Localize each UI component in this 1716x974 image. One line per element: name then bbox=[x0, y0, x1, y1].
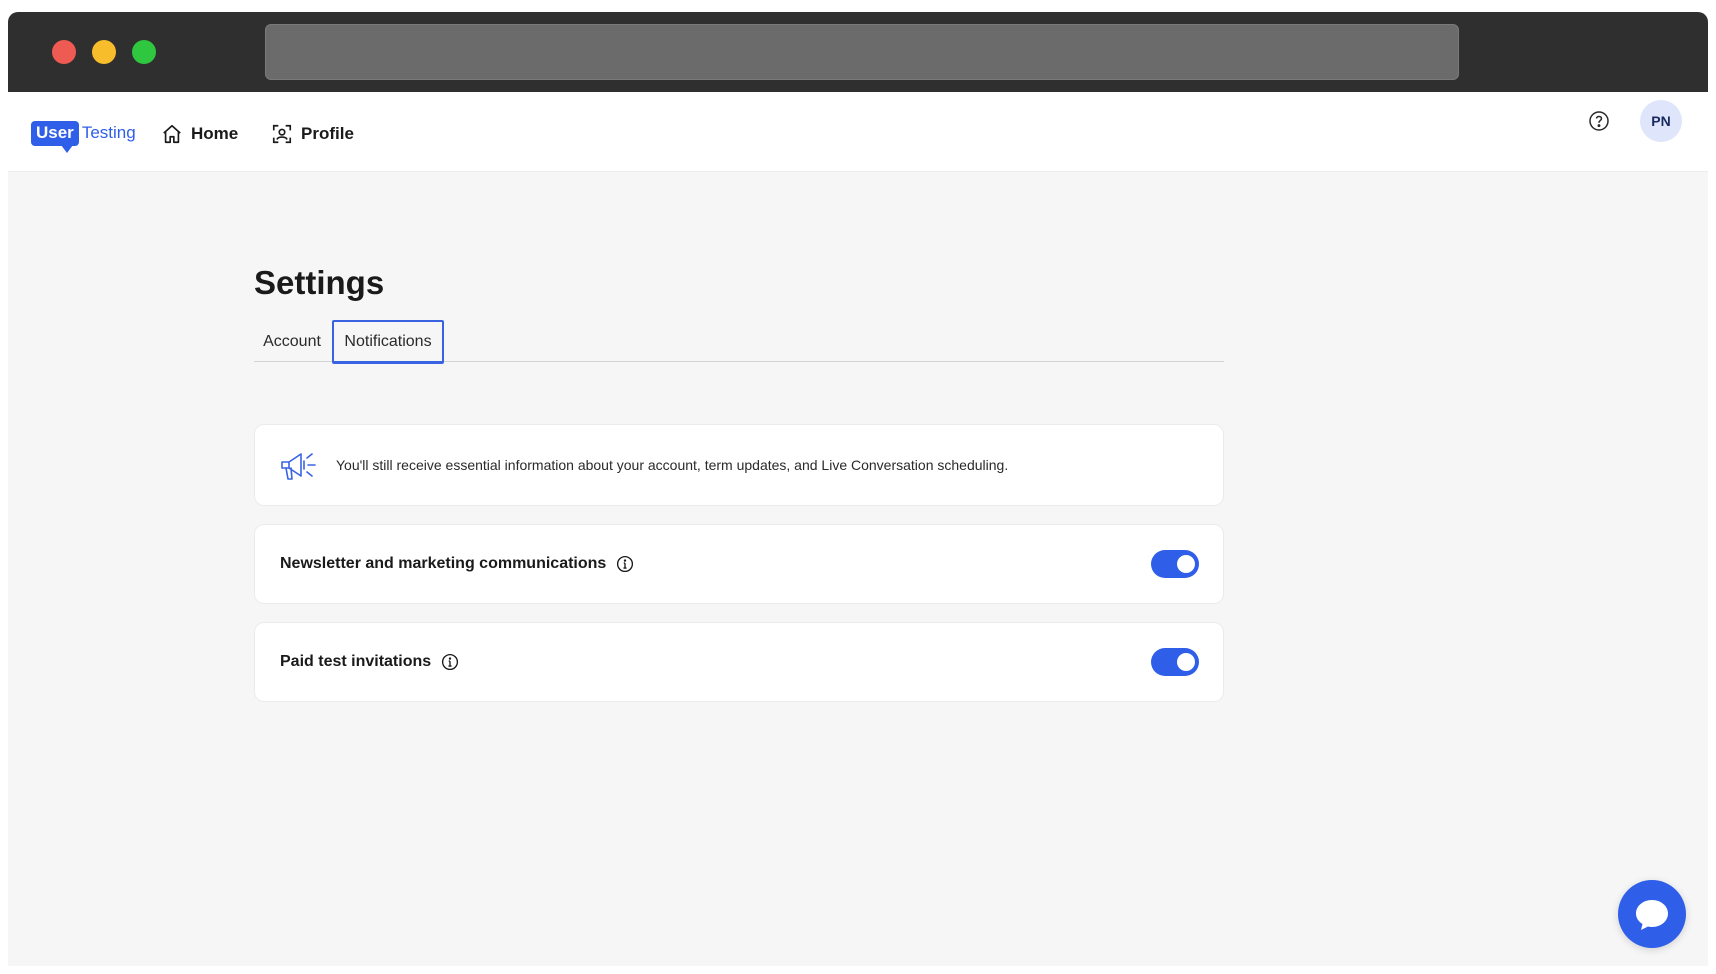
profile-icon bbox=[272, 124, 292, 144]
nav-home-link[interactable]: Home bbox=[161, 118, 238, 150]
home-icon bbox=[163, 124, 181, 144]
minimize-window-button[interactable] bbox=[92, 40, 116, 64]
nav-profile-label: Profile bbox=[301, 124, 354, 143]
tab-account[interactable]: Account bbox=[254, 320, 330, 364]
megaphone-icon bbox=[281, 453, 316, 480]
chat-button[interactable] bbox=[1618, 880, 1686, 948]
browser-titlebar bbox=[8, 12, 1708, 92]
setting-label-newsletter: Newsletter and marketing communications bbox=[280, 555, 634, 573]
chat-bubble-icon bbox=[1636, 900, 1668, 930]
info-text: You'll still receive essential informati… bbox=[336, 457, 1009, 473]
toggle-knob bbox=[1177, 555, 1195, 573]
browser-window: User Testing Home Profile Settings Accou… bbox=[8, 12, 1708, 966]
setting-label-paid-tests: Paid test invitations bbox=[280, 653, 459, 671]
setting-row-paid-tests: Paid test invitations bbox=[254, 622, 1224, 702]
setting-label-text: Paid test invitations bbox=[280, 653, 432, 670]
close-window-button[interactable] bbox=[52, 40, 76, 64]
nav-home-label: Home bbox=[191, 124, 239, 143]
page-title: Settings bbox=[254, 264, 385, 301]
nav-profile-link[interactable]: Profile bbox=[271, 118, 354, 150]
settings-tabs: Account Notifications bbox=[254, 320, 1224, 364]
logo-user-text: User bbox=[31, 120, 79, 153]
paid-tests-toggle[interactable] bbox=[1151, 648, 1199, 676]
info-card: You'll still receive essential informati… bbox=[254, 424, 1224, 506]
usertesting-logo[interactable]: User Testing bbox=[31, 118, 136, 153]
info-icon[interactable] bbox=[441, 653, 459, 671]
top-navigation: User Testing Home Profile bbox=[8, 92, 1708, 172]
setting-row-newsletter: Newsletter and marketing communications bbox=[254, 524, 1224, 604]
newsletter-toggle[interactable] bbox=[1151, 550, 1199, 578]
avatar[interactable]: PN bbox=[1640, 100, 1682, 142]
info-icon[interactable] bbox=[616, 555, 634, 573]
maximize-window-button[interactable] bbox=[132, 40, 156, 64]
logo-testing-text: Testing bbox=[81, 123, 136, 142]
help-icon[interactable] bbox=[1588, 110, 1610, 132]
toggle-knob bbox=[1177, 653, 1195, 671]
setting-label-text: Newsletter and marketing communications bbox=[280, 555, 607, 572]
address-bar[interactable] bbox=[265, 24, 1459, 80]
tab-notifications[interactable]: Notifications bbox=[332, 320, 444, 364]
